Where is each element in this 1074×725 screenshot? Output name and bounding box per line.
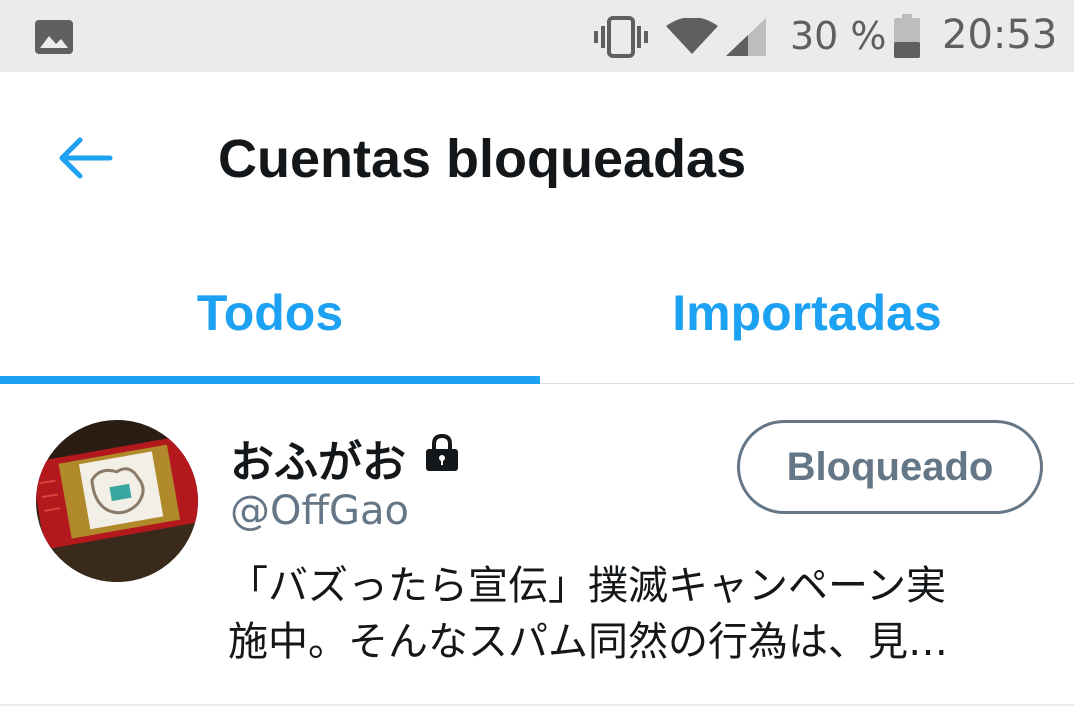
display-name: おふがお bbox=[230, 437, 406, 488]
arrow-left-icon[interactable] bbox=[52, 132, 116, 184]
clock: 20:53 bbox=[942, 12, 1058, 58]
username: @OffGao bbox=[230, 488, 410, 534]
status-bar: 30 % 20:53 bbox=[0, 0, 1074, 72]
tab-label: Importadas bbox=[672, 285, 942, 341]
tab-todos[interactable]: Todos bbox=[0, 250, 540, 384]
divider bbox=[0, 704, 1074, 706]
blocked-button[interactable]: Bloqueado bbox=[737, 420, 1043, 514]
image-icon bbox=[35, 20, 73, 54]
vibrate-icon bbox=[594, 16, 648, 58]
list-item[interactable]: おふがお @OffGao 「バズったら宣伝」撲滅キャンペーン実 施中。そんなスパ… bbox=[0, 384, 1074, 725]
bio-text: 「バズったら宣伝」撲滅キャンペーン実 施中。そんなスパム同然の行為は、見… bbox=[228, 563, 948, 665]
blocked-button-label: Bloqueado bbox=[786, 444, 994, 489]
wifi-icon bbox=[666, 18, 718, 54]
active-tab-indicator bbox=[0, 376, 540, 384]
tab-label: Todos bbox=[196, 285, 344, 341]
avatar[interactable] bbox=[36, 420, 198, 582]
page-title: Cuentas bloqueadas bbox=[218, 129, 747, 189]
battery-icon bbox=[894, 14, 920, 58]
status-icons: 30 % 20:53 bbox=[594, 0, 1074, 72]
tab-importadas[interactable]: Importadas bbox=[540, 250, 1074, 384]
app-header: Cuentas bloqueadas bbox=[0, 72, 1074, 242]
tab-bar: Todos Importadas bbox=[0, 250, 1074, 384]
battery-percent: 30 % bbox=[790, 14, 887, 58]
signal-icon bbox=[726, 18, 766, 56]
lock-icon bbox=[426, 433, 458, 471]
